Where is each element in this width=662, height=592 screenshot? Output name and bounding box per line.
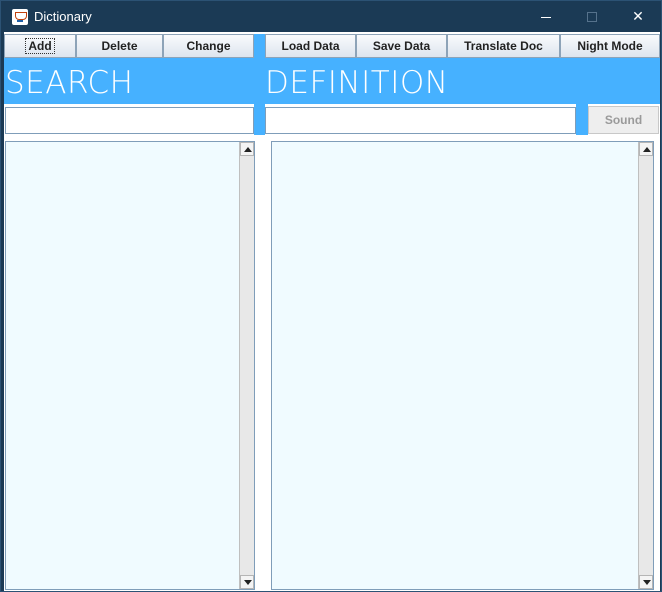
load-data-button[interactable]: Load Data — [265, 34, 356, 58]
add-label: Add — [25, 38, 55, 54]
search-heading: SEARCH — [5, 65, 134, 101]
translate-doc-button[interactable]: Translate Doc — [447, 34, 560, 58]
minimize-button[interactable] — [523, 1, 569, 32]
search-results-list[interactable] — [5, 141, 255, 590]
scroll-down-arrow-icon[interactable] — [639, 575, 653, 589]
main-content: Add Delete Change Load Data Save Data Tr… — [4, 32, 660, 591]
definition-input[interactable] — [265, 107, 576, 134]
definition-text-area[interactable] — [271, 141, 654, 590]
definition-heading: DEFINITION — [265, 65, 449, 101]
sound-button[interactable]: Sound — [588, 106, 659, 134]
toolbar-divider — [254, 34, 265, 58]
search-input[interactable] — [5, 107, 254, 134]
save-data-button[interactable]: Save Data — [356, 34, 447, 58]
window-title: Dictionary — [34, 9, 92, 24]
scroll-up-arrow-icon[interactable] — [240, 142, 254, 156]
close-button[interactable]: ✕ — [615, 1, 661, 32]
change-button[interactable]: Change — [163, 34, 254, 58]
dictionary-window: Dictionary ✕ Add Delete Change Load Data… — [0, 0, 662, 592]
input-divider — [254, 104, 265, 135]
scroll-up-arrow-icon[interactable] — [639, 142, 653, 156]
java-app-icon — [12, 9, 28, 25]
add-button[interactable]: Add — [4, 34, 76, 58]
definition-scrollbar[interactable] — [638, 142, 653, 589]
scroll-down-arrow-icon[interactable] — [240, 575, 254, 589]
search-results-scrollbar[interactable] — [239, 142, 254, 589]
title-bar[interactable]: Dictionary ✕ — [1, 1, 661, 32]
maximize-icon — [587, 12, 597, 22]
minimize-icon — [541, 17, 551, 18]
close-icon: ✕ — [632, 8, 644, 24]
sound-divider — [576, 104, 588, 135]
maximize-button[interactable] — [569, 1, 615, 32]
delete-button[interactable]: Delete — [76, 34, 163, 58]
night-mode-button[interactable]: Night Mode — [560, 34, 660, 58]
